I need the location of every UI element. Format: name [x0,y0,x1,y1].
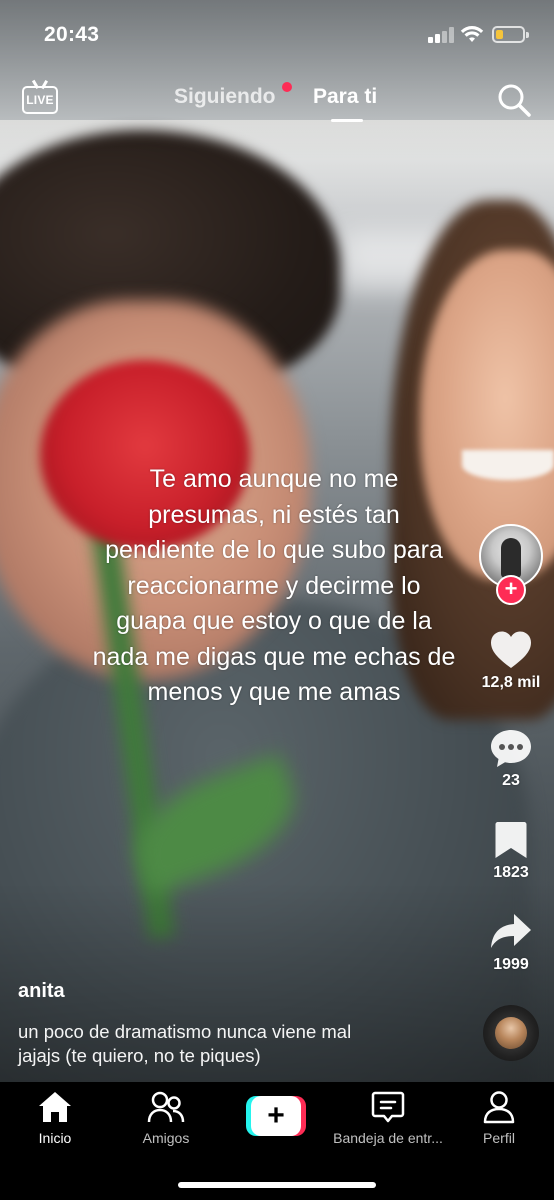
nav-profile-label: Perfil [483,1130,515,1146]
status-time: 20:43 [44,23,100,46]
live-label: LIVE [26,93,54,107]
video-overlay-text: Te amo aunque no me presumas, ni estés t… [92,465,456,706]
music-disc-cover [495,1017,527,1049]
bookmark-count: 1823 [493,864,529,881]
comment-icon [491,730,531,767]
bookmark-icon [495,822,527,858]
plus-icon: + [267,1099,285,1132]
status-bar: 20:43 [0,0,554,64]
nav-inbox-label: Bandeja de entr... [333,1130,443,1146]
post-caption[interactable]: un poco de dramatismo nunca viene mal ja… [18,1020,448,1068]
comment-count: 23 [502,772,520,789]
nav-inbox[interactable]: Bandeja de entr... [333,1090,443,1146]
like-count: 12,8 mil [481,674,541,691]
share-button[interactable]: 1999 [478,912,544,974]
search-icon[interactable] [496,82,532,118]
nav-friends-label: Amigos [142,1130,190,1146]
nav-home[interactable]: Inicio [0,1090,110,1146]
creator-username[interactable]: anita [18,980,65,1003]
tab-for-you[interactable]: Para ti [313,85,377,109]
live-button[interactable]: LIVE [22,79,60,118]
create-button[interactable]: + [246,1096,306,1136]
heart-icon [491,631,531,668]
nav-home-label: Inicio [38,1130,72,1146]
share-icon [491,914,531,948]
follow-button[interactable]: + [496,575,526,605]
friends-icon [147,1091,185,1123]
caption-line-2: jajajs (te quiero, no te piques) [18,1045,261,1066]
nav-profile[interactable]: Perfil [444,1090,554,1146]
caption-line-1: un poco de dramatismo nunca viene mal [18,1021,352,1042]
cellular-signal-icon [428,26,454,43]
home-icon [39,1092,71,1122]
inbox-icon [371,1091,405,1123]
active-tab-indicator [331,119,363,122]
nav-friends[interactable]: Amigos [111,1090,221,1146]
profile-icon [483,1091,515,1124]
new-content-dot [282,82,292,92]
bookmark-button[interactable]: 1823 [478,820,544,882]
comment-button[interactable]: 23 [478,728,544,790]
like-button[interactable]: 12,8 mil [478,630,544,692]
share-count: 1999 [493,956,529,973]
battery-icon [492,26,529,43]
tab-following[interactable]: Siguiendo [174,85,276,109]
music-disc[interactable] [483,1005,539,1061]
wifi-icon [460,26,484,42]
video-smile [462,450,554,480]
home-indicator [178,1182,376,1188]
